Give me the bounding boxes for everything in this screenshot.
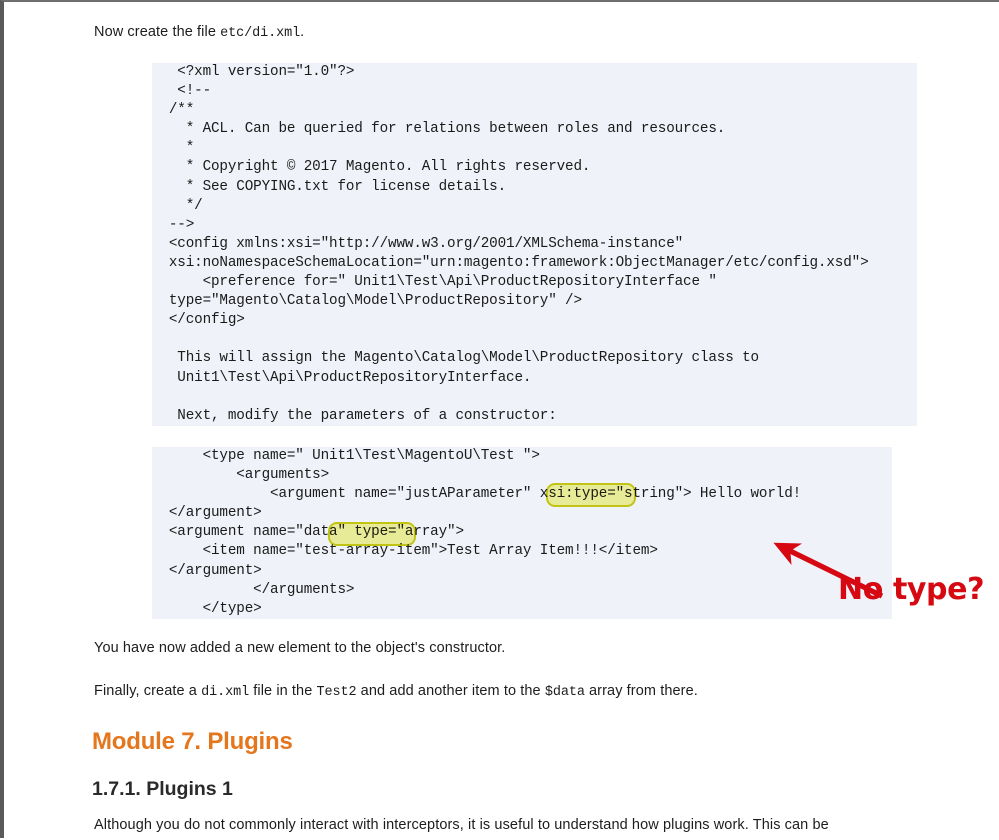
code-line: <preference for=" Unit1\Test\Api\Product… xyxy=(152,274,717,291)
intro-tail: . xyxy=(300,24,305,40)
finally-text-4: array from there. xyxy=(584,683,698,699)
intro-paragraph: Now create the file etc/di.xml. xyxy=(94,22,304,44)
intro-lead: Now create the file xyxy=(94,24,221,40)
no-type-annotation-label: No type? xyxy=(838,572,985,607)
intro-code-path: etc/di.xml xyxy=(220,26,301,41)
code-block-di-xml-config: <?xml version="1.0"?> <!-- /** * ACL. Ca… xyxy=(152,63,917,426)
code-line: type="Magento\Catalog\Model\ProductRepos… xyxy=(152,293,582,310)
document-viewer-frame: Now create the file etc/di.xml. <?xml ve… xyxy=(0,0,999,838)
code-line: <!-- xyxy=(152,83,212,100)
code-line: --> xyxy=(152,216,195,233)
heading-module-7: Module 7. Plugins xyxy=(92,728,293,755)
code-line: */ xyxy=(152,197,203,214)
finally-code-test2: Test2 xyxy=(316,685,357,700)
code-line: <type name=" Unit1\Test\MagentoU\Test "> xyxy=(152,448,540,464)
code-line: </config> xyxy=(152,312,245,329)
code-line: Next, modify the parameters of a constru… xyxy=(152,407,557,424)
code-line: * See COPYING.txt for license details. xyxy=(152,178,507,195)
code-line: xsi:noNamespaceSchemaLocation="urn:magen… xyxy=(152,254,869,271)
finally-text-3: and add another item to the xyxy=(356,683,545,699)
code-line: * ACL. Can be queried for relations betw… xyxy=(152,121,726,138)
code-line: <?xml version="1.0"?> xyxy=(152,64,355,80)
code-line: Unit1\Test\Api\ProductRepositoryInterfac… xyxy=(152,369,532,386)
document-content: Now create the file etc/di.xml. <?xml ve… xyxy=(90,2,990,840)
code-line: * xyxy=(152,140,195,157)
code-line: This will assign the Magento\Catalog\Mod… xyxy=(152,350,759,367)
code-line: <config xmlns:xsi="http://www.w3.org/200… xyxy=(152,235,684,252)
paragraph-added-element: You have now added a new element to the … xyxy=(94,640,506,656)
finally-text-2: file in the xyxy=(249,683,317,699)
code-line: <arguments> xyxy=(152,467,330,484)
finally-code-dixml: di.xml xyxy=(201,685,250,700)
code-line: </type> xyxy=(152,600,262,617)
heading-plugins-1: 1.7.1. Plugins 1 xyxy=(92,778,233,800)
finally-text-1: Finally, create a xyxy=(94,683,202,699)
finally-code-data: $data xyxy=(544,685,585,700)
code-line: * Copyright © 2017 Magento. All rights r… xyxy=(152,159,591,176)
code-line: </argument> xyxy=(152,505,262,522)
paragraph-interceptors: Although you do not commonly interact wi… xyxy=(94,817,829,833)
code-line: /** xyxy=(152,102,195,119)
code-line: <argument name="justAParameter" xsi:type… xyxy=(152,486,802,503)
paragraph-finally: Finally, create a di.xml file in the Tes… xyxy=(94,681,698,703)
